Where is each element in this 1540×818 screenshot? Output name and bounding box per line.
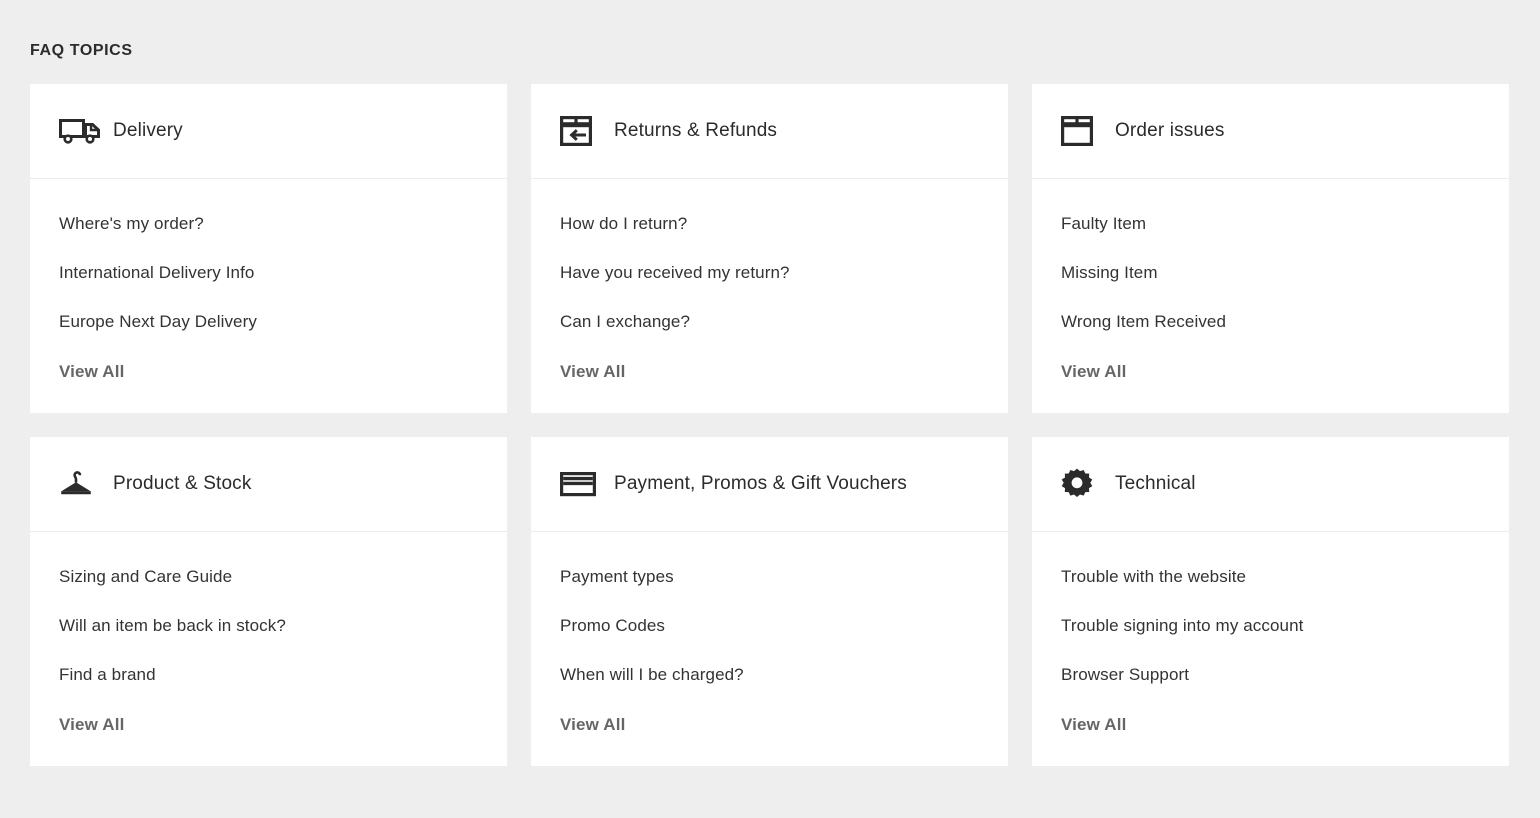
faq-link[interactable]: International Delivery Info <box>59 262 478 284</box>
faq-link[interactable]: Where's my order? <box>59 213 478 235</box>
package-box-icon <box>1061 116 1105 146</box>
faq-topic-card[interactable]: Technical Trouble with the website Troub… <box>1032 437 1509 766</box>
faq-link[interactable]: Promo Codes <box>560 615 979 637</box>
card-body: Trouble with the website Trouble signing… <box>1032 532 1509 766</box>
faq-link[interactable]: Faulty Item <box>1061 213 1480 235</box>
card-header: Order issues <box>1032 84 1509 179</box>
faq-link[interactable]: Europe Next Day Delivery <box>59 311 478 333</box>
faq-link[interactable]: Wrong Item Received <box>1061 311 1480 333</box>
faq-topic-card[interactable]: Product & Stock Sizing and Care Guide Wi… <box>30 437 507 766</box>
faq-topic-card[interactable]: Payment, Promos & Gift Vouchers Payment … <box>531 437 1008 766</box>
card-header: Returns & Refunds <box>531 84 1008 179</box>
faq-link[interactable]: Trouble signing into my account <box>1061 615 1480 637</box>
faq-topics-page: FAQ TOPICS Delivery Where's my order? In… <box>0 0 1540 818</box>
faq-link[interactable]: Trouble with the website <box>1061 566 1480 588</box>
card-header: Product & Stock <box>30 437 507 532</box>
gear-icon <box>1061 468 1105 500</box>
card-body: Faulty Item Missing Item Wrong Item Rece… <box>1032 179 1509 413</box>
card-body: Sizing and Care Guide Will an item be ba… <box>30 532 507 766</box>
faq-link[interactable]: Find a brand <box>59 664 478 686</box>
faq-link[interactable]: How do I return? <box>560 213 979 235</box>
card-title: Returns & Refunds <box>614 120 778 141</box>
view-all-link[interactable]: View All <box>560 361 625 383</box>
faq-topic-card[interactable]: Returns & Refunds How do I return? Have … <box>531 84 1008 413</box>
delivery-truck-icon <box>59 117 103 145</box>
card-body: How do I return? Have you received my re… <box>531 179 1008 413</box>
page-title: FAQ TOPICS <box>30 42 133 59</box>
faq-link[interactable]: Have you received my return? <box>560 262 979 284</box>
card-body: Payment types Promo Codes When will I be… <box>531 532 1008 766</box>
card-body: Where's my order? International Delivery… <box>30 179 507 413</box>
view-all-link[interactable]: View All <box>59 714 124 736</box>
faq-topic-grid: Delivery Where's my order? International… <box>30 84 1510 766</box>
card-header: Delivery <box>30 84 507 179</box>
credit-card-icon <box>560 471 604 497</box>
card-title: Product & Stock <box>113 473 252 494</box>
card-title: Delivery <box>113 120 183 141</box>
return-box-icon <box>560 116 604 146</box>
faq-topic-card[interactable]: Order issues Faulty Item Missing Item Wr… <box>1032 84 1509 413</box>
faq-link[interactable]: Missing Item <box>1061 262 1480 284</box>
view-all-link[interactable]: View All <box>1061 714 1126 736</box>
card-title: Order issues <box>1115 120 1225 141</box>
faq-link[interactable]: When will I be charged? <box>560 664 979 686</box>
faq-link[interactable]: Will an item be back in stock? <box>59 615 478 637</box>
clothes-hanger-icon <box>59 471 103 497</box>
faq-link[interactable]: Can I exchange? <box>560 311 979 333</box>
card-title: Payment, Promos & Gift Vouchers <box>614 473 907 494</box>
faq-link[interactable]: Browser Support <box>1061 664 1480 686</box>
faq-topic-card[interactable]: Delivery Where's my order? International… <box>30 84 507 413</box>
view-all-link[interactable]: View All <box>59 361 124 383</box>
faq-link[interactable]: Payment types <box>560 566 979 588</box>
view-all-link[interactable]: View All <box>1061 361 1126 383</box>
card-title: Technical <box>1115 473 1196 494</box>
card-header: Technical <box>1032 437 1509 532</box>
view-all-link[interactable]: View All <box>560 714 625 736</box>
faq-link[interactable]: Sizing and Care Guide <box>59 566 478 588</box>
card-header: Payment, Promos & Gift Vouchers <box>531 437 1008 532</box>
